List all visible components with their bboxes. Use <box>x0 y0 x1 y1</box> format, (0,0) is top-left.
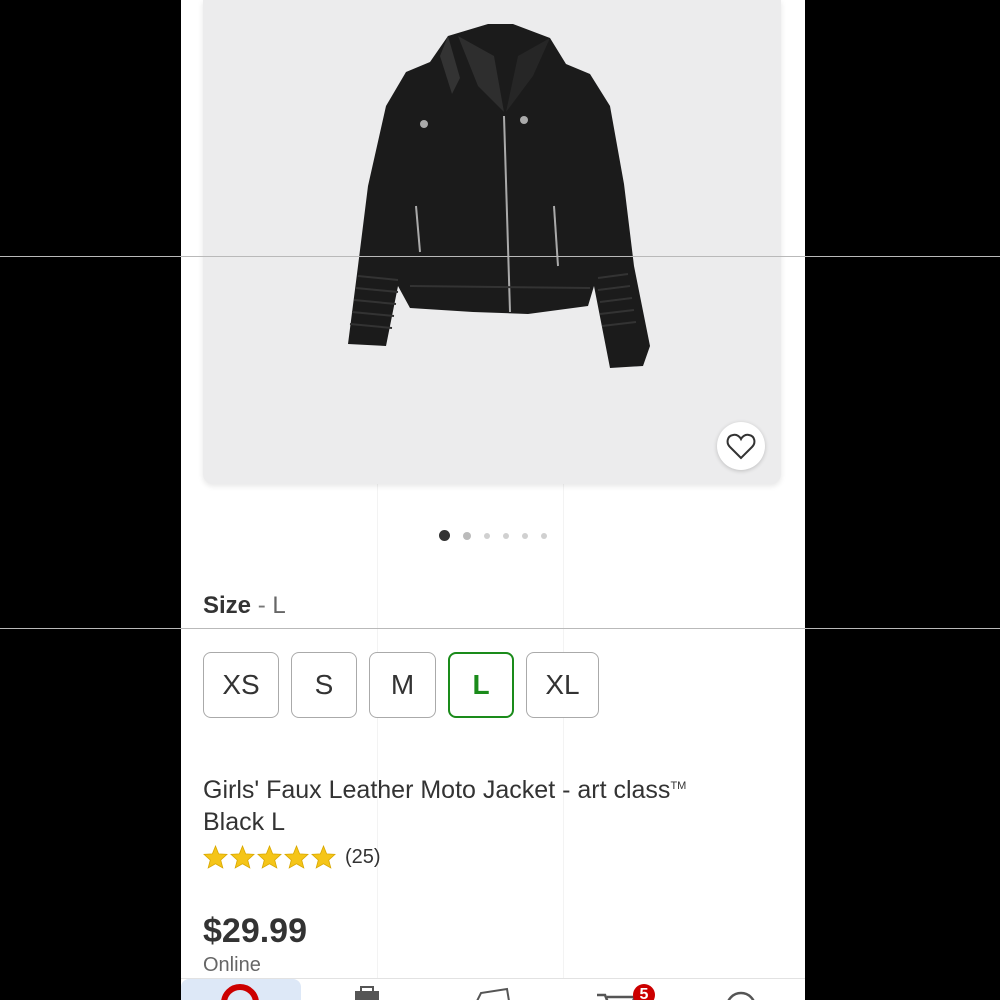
ticket-icon <box>476 987 510 1000</box>
star-icon <box>311 845 336 869</box>
carousel-dot[interactable] <box>484 532 490 539</box>
product-price: $29.99 <box>203 912 307 950</box>
star-icon <box>230 845 255 869</box>
bottom-tab-bar: 5 <box>181 978 805 1000</box>
star-icon <box>203 845 228 869</box>
favorite-button[interactable] <box>717 422 765 470</box>
cart-icon <box>597 993 638 1000</box>
guide-line <box>0 256 1000 257</box>
tab-home[interactable] <box>181 979 301 1000</box>
size-option-s[interactable]: S <box>291 652 357 718</box>
target-bullseye-icon <box>221 984 259 1000</box>
size-option-m[interactable]: M <box>369 652 436 718</box>
tab-account[interactable] <box>685 979 805 1000</box>
heart-outline-icon <box>726 433 756 460</box>
product-rating[interactable]: (25) <box>203 845 381 869</box>
jacket-image <box>348 24 650 368</box>
selected-size-value: L <box>272 592 286 619</box>
tab-deals[interactable] <box>433 979 553 1000</box>
carousel-dot[interactable] <box>463 531 471 540</box>
product-title: Girls' Faux Leather Moto Jacket - art cl… <box>203 776 687 836</box>
carousel-dot[interactable] <box>439 530 450 541</box>
size-option-l[interactable]: L <box>448 652 514 718</box>
star-icon <box>257 845 282 869</box>
tab-categories[interactable] <box>307 979 427 1000</box>
availability-label: Online <box>203 954 261 976</box>
star-rating <box>203 845 336 869</box>
account-icon <box>727 991 755 1000</box>
star-icon <box>284 845 309 869</box>
size-heading: Size - L <box>203 592 286 619</box>
carousel-dot[interactable] <box>503 532 509 539</box>
product-page: Size - L XS S M L XL Girls' Faux Leather… <box>181 0 805 1000</box>
image-carousel-indicator[interactable] <box>181 530 805 541</box>
tab-cart[interactable]: 5 <box>559 979 679 1000</box>
review-count[interactable]: (25) <box>345 846 381 869</box>
carousel-dot[interactable] <box>522 532 528 539</box>
size-option-xl[interactable]: XL <box>526 652 599 718</box>
bag-icon <box>355 986 379 1000</box>
size-options: XS S M L XL <box>203 652 599 718</box>
cart-count-badge: 5 <box>633 984 655 1000</box>
guide-line <box>0 628 1000 629</box>
product-image-frame[interactable] <box>203 0 781 484</box>
size-option-xs[interactable]: XS <box>203 652 279 718</box>
carousel-dot[interactable] <box>541 532 547 539</box>
trademark-symbol: TM <box>670 780 687 792</box>
